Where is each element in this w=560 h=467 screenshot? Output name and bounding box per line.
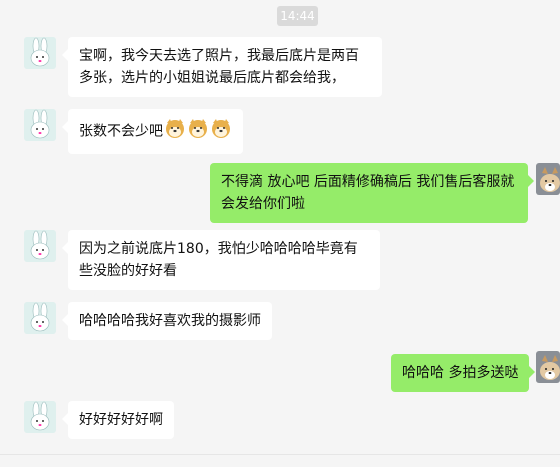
message-text: 张数不会少吧	[79, 123, 163, 140]
message-bubble-outgoing[interactable]: 哈哈哈 多拍多送哒	[391, 354, 536, 392]
message-bubble-incoming[interactable]: 好好好好好啊	[62, 401, 174, 439]
message-text: 因为之前说底片180，我怕少哈哈哈哈毕竟有些没脸的好好看	[79, 241, 358, 279]
contact-avatar[interactable]	[24, 230, 56, 262]
message-text: 宝啊，我今天去选了照片，我最后底片是两百多张，选片的小姐姐说最后底片都会给我，	[79, 48, 359, 86]
message-bubble-incoming[interactable]: 哈哈哈哈我好喜欢我的摄影师	[62, 302, 272, 340]
user-avatar[interactable]	[536, 351, 560, 383]
more-icon[interactable]	[520, 461, 536, 467]
message-bubble-incoming[interactable]: 因为之前说底片180，我怕少哈哈哈哈毕竟有些没脸的好好看	[62, 230, 380, 290]
message-text: 哈哈哈哈我好喜欢我的摄影师	[79, 313, 261, 329]
contact-avatar[interactable]	[24, 302, 56, 334]
message-text: 好好好好好啊	[79, 412, 163, 428]
scissors-icon[interactable]	[86, 461, 102, 467]
message-bubble-incoming[interactable]: 宝啊，我今天去选了照片，我最后底片是两百多张，选片的小姐姐说最后底片都会给我，	[62, 37, 382, 97]
doge-icon	[164, 117, 186, 146]
message-bubble-outgoing[interactable]: 不得滴 放心吧 后面精修确稿后 我们售后客服就会发给你们啦	[210, 163, 534, 223]
user-avatar[interactable]	[536, 163, 560, 195]
message-text: 哈哈哈 多拍多送哒	[402, 365, 519, 381]
contact-avatar[interactable]	[24, 37, 56, 69]
input-toolbar	[0, 454, 560, 467]
contact-avatar[interactable]	[24, 109, 56, 141]
emoji-icon[interactable]	[20, 461, 36, 467]
folder-icon[interactable]	[54, 461, 70, 467]
doge-icon	[210, 117, 232, 146]
message-bubble-incoming[interactable]: 张数不会少吧	[62, 109, 243, 154]
chat-history-icon[interactable]	[118, 461, 134, 467]
doge-icon	[187, 117, 209, 146]
timestamp-badge: 14:44	[277, 6, 318, 26]
contact-avatar[interactable]	[24, 401, 56, 433]
message-text: 不得滴 放心吧 后面精修确稿后 我们售后客服就会发给你们啦	[221, 174, 515, 212]
